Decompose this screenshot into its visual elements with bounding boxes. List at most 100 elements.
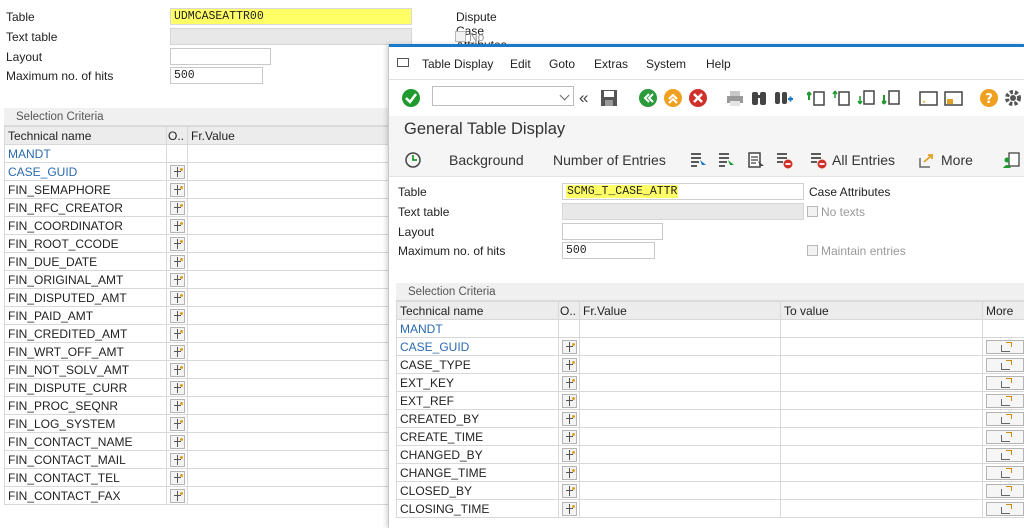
multiple-selection-icon[interactable] <box>986 357 1024 372</box>
selection-option-icon[interactable] <box>170 272 185 287</box>
from-value-input[interactable] <box>579 445 781 464</box>
to-value-input[interactable] <box>780 499 983 518</box>
selection-option-icon[interactable] <box>170 452 185 467</box>
layout-field[interactable] <box>170 48 271 65</box>
from-value-input[interactable] <box>187 378 391 397</box>
selection-option-icon[interactable] <box>562 411 577 426</box>
selection-option-icon[interactable] <box>562 375 577 390</box>
window-icon[interactable] <box>942 88 964 108</box>
to-value-input[interactable] <box>780 391 983 410</box>
to-value-input[interactable] <box>780 319 983 338</box>
more-button[interactable]: More <box>941 152 973 168</box>
text-table-field[interactable] <box>562 203 804 220</box>
selection-option-icon[interactable] <box>562 339 577 354</box>
from-value-input[interactable] <box>579 481 781 500</box>
from-value-input[interactable] <box>579 391 781 410</box>
from-value-input[interactable] <box>187 216 391 235</box>
command-field[interactable] <box>432 86 574 106</box>
from-value-input[interactable] <box>187 234 391 253</box>
menu-icon[interactable] <box>397 58 409 67</box>
settings-icon[interactable] <box>1003 88 1023 108</box>
favorites-icon[interactable] <box>917 88 939 108</box>
multiple-selection-icon[interactable] <box>986 393 1024 408</box>
background-button[interactable]: Background <box>449 152 524 168</box>
selection-option-icon[interactable] <box>562 447 577 462</box>
from-value-input[interactable] <box>579 337 781 356</box>
selection-option-icon[interactable] <box>170 164 185 179</box>
selection-option-icon[interactable] <box>170 362 185 377</box>
from-value-input[interactable] <box>187 180 391 199</box>
menu-help[interactable]: Help <box>706 57 731 71</box>
from-value-input[interactable] <box>187 414 391 433</box>
from-value-input[interactable] <box>579 499 781 518</box>
chevron-down-icon[interactable] <box>559 90 570 101</box>
layout-field[interactable] <box>562 223 663 240</box>
text-table-field[interactable] <box>170 28 412 45</box>
previous-page-icon[interactable] <box>832 88 852 108</box>
multiple-selection-icon[interactable] <box>986 447 1024 462</box>
selection-option-icon[interactable] <box>562 465 577 480</box>
first-page-icon[interactable] <box>807 88 827 108</box>
selection-option-icon[interactable] <box>170 344 185 359</box>
background-execute-icon[interactable] <box>404 151 422 169</box>
check-icon[interactable] <box>401 88 421 108</box>
select-block-icon[interactable] <box>747 151 765 169</box>
from-value-input[interactable] <box>187 162 391 181</box>
menu-edit[interactable]: Edit <box>510 57 531 71</box>
selection-option-icon[interactable] <box>170 290 185 305</box>
from-value-input[interactable] <box>579 427 781 446</box>
to-value-input[interactable] <box>780 427 983 446</box>
cancel-icon[interactable] <box>688 88 708 108</box>
multiple-selection-icon[interactable] <box>986 483 1024 498</box>
from-value-input[interactable] <box>579 355 781 374</box>
from-value-input[interactable] <box>187 360 391 379</box>
collapse-icon[interactable]: « <box>579 88 588 108</box>
find-icon[interactable] <box>749 89 769 107</box>
table-field[interactable]: UDMCASEATTR00 <box>170 8 412 25</box>
find-next-icon[interactable] <box>773 89 793 107</box>
maintain-entries-checkbox[interactable] <box>807 245 818 256</box>
select-all-icon[interactable] <box>689 151 707 169</box>
multiple-selection-icon[interactable] <box>986 465 1024 480</box>
to-value-input[interactable] <box>780 373 983 392</box>
all-entries-button[interactable]: All Entries <box>832 152 895 168</box>
selection-option-icon[interactable] <box>562 501 577 516</box>
selection-option-icon[interactable] <box>562 483 577 498</box>
selection-option-icon[interactable] <box>170 254 185 269</box>
selection-option-icon[interactable] <box>562 393 577 408</box>
from-value-input[interactable] <box>187 468 391 487</box>
to-value-input[interactable] <box>780 409 983 428</box>
more-icon[interactable] <box>917 151 937 169</box>
from-value-input[interactable] <box>187 324 391 343</box>
save-icon[interactable] <box>599 88 619 108</box>
selection-option-icon[interactable] <box>170 470 185 485</box>
selection-option-icon[interactable] <box>170 398 185 413</box>
selection-option-icon[interactable] <box>170 182 185 197</box>
from-value-input[interactable] <box>187 306 391 325</box>
menu-extras[interactable]: Extras <box>594 57 628 71</box>
selection-option-icon[interactable] <box>170 326 185 341</box>
to-value-input[interactable] <box>780 355 983 374</box>
selection-option-icon[interactable] <box>170 218 185 233</box>
no-texts-checkbox[interactable] <box>455 31 466 42</box>
number-of-entries-button[interactable]: Number of Entries <box>553 152 666 168</box>
selection-option-icon[interactable] <box>170 434 185 449</box>
selection-option-icon[interactable] <box>170 380 185 395</box>
from-value-input[interactable] <box>187 450 391 469</box>
menu-system[interactable]: System <box>646 57 686 71</box>
selection-option-icon[interactable] <box>170 236 185 251</box>
selection-option-icon[interactable] <box>170 488 185 503</box>
to-value-input[interactable] <box>780 445 983 464</box>
multiple-selection-icon[interactable] <box>986 375 1024 390</box>
delete-row-icon[interactable] <box>775 151 793 169</box>
menu-goto[interactable]: Goto <box>549 57 575 71</box>
next-page-icon[interactable] <box>857 88 877 108</box>
from-value-input[interactable] <box>579 409 781 428</box>
selection-option-icon[interactable] <box>170 308 185 323</box>
from-value-input[interactable] <box>579 373 781 392</box>
menu-table-display[interactable]: Table Display <box>422 57 493 71</box>
from-value-input[interactable] <box>187 252 391 271</box>
max-hits-field[interactable]: 500 <box>562 242 655 259</box>
exit-icon[interactable] <box>663 88 683 108</box>
to-value-input[interactable] <box>780 481 983 500</box>
